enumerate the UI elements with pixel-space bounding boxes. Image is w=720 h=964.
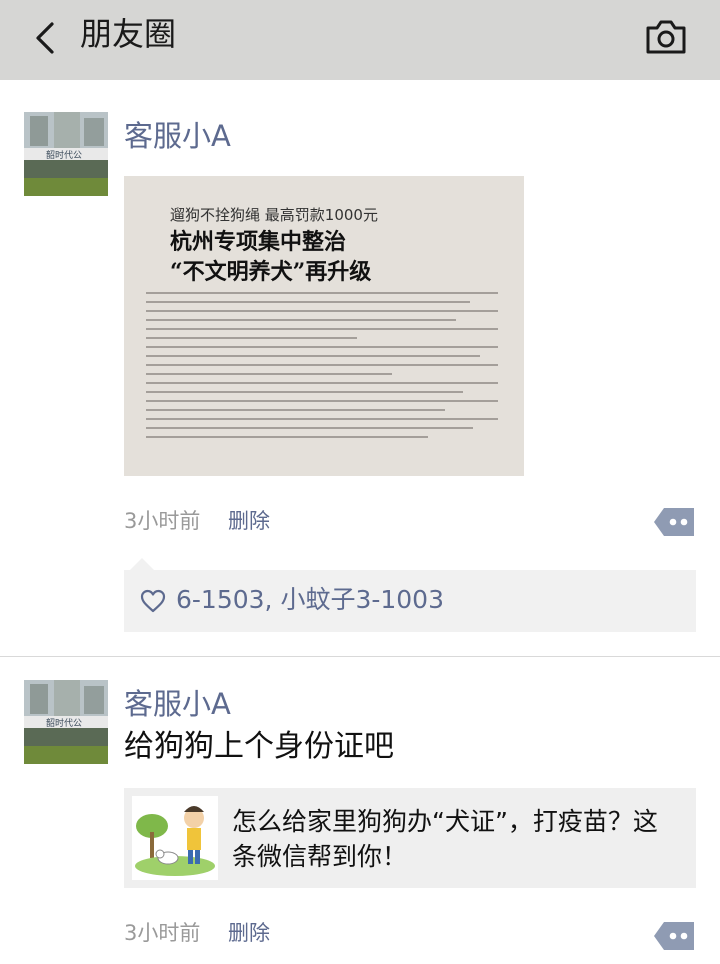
image-headline-main: 杭州专项集中整治 — [170, 229, 347, 255]
author-name[interactable]: 客服小A — [124, 684, 231, 724]
link-title: 怎么给家里狗狗办“犬证”，打疫苗？这条微信帮到你！ — [232, 807, 658, 871]
heart-icon — [140, 589, 166, 613]
back-chevron-icon[interactable] — [26, 18, 66, 58]
likes-pointer — [130, 558, 154, 570]
image-article-body — [146, 292, 498, 445]
page-title: 朋友圈 — [80, 15, 177, 53]
svg-text:韶时代公: 韶时代公 — [46, 149, 82, 161]
image-headline-small: 遛狗不拴狗绳 最高罚款1000元 — [170, 206, 378, 224]
link-thumbnail — [132, 796, 218, 880]
delete-link[interactable]: 删除 — [228, 506, 270, 536]
delete-link[interactable]: 删除 — [228, 918, 270, 948]
svg-text:韶时代公: 韶时代公 — [46, 717, 82, 729]
post-time: 3小时前 — [124, 921, 201, 945]
author-name[interactable]: 客服小A — [124, 116, 231, 156]
more-options-icon[interactable] — [654, 922, 694, 950]
post-divider — [0, 656, 720, 657]
post-text: 给狗狗上个身份证吧 — [124, 729, 394, 764]
likes-names[interactable]: 6-1503, 小蚊子3-1003 — [176, 582, 444, 618]
likes-box: 6-1503, 小蚊子3-1003 — [124, 570, 696, 632]
more-options-icon[interactable] — [654, 508, 694, 536]
shared-link-card[interactable]: 怎么给家里狗狗办“犬证”，打疫苗？这条微信帮到你！ — [124, 788, 696, 888]
post-image[interactable]: 遛狗不拴狗绳 最高罚款1000元 杭州专项集中整治 “不文明养犬”再升级 — [124, 176, 524, 476]
avatar[interactable]: 韶时代公 — [24, 112, 108, 196]
post-time: 3小时前 — [124, 509, 201, 533]
image-headline-sub: “不文明养犬”再升级 — [170, 259, 372, 285]
camera-icon[interactable] — [644, 16, 688, 56]
top-nav-bar: 朋友圈 — [0, 0, 720, 80]
avatar[interactable]: 韶时代公 — [24, 680, 108, 764]
